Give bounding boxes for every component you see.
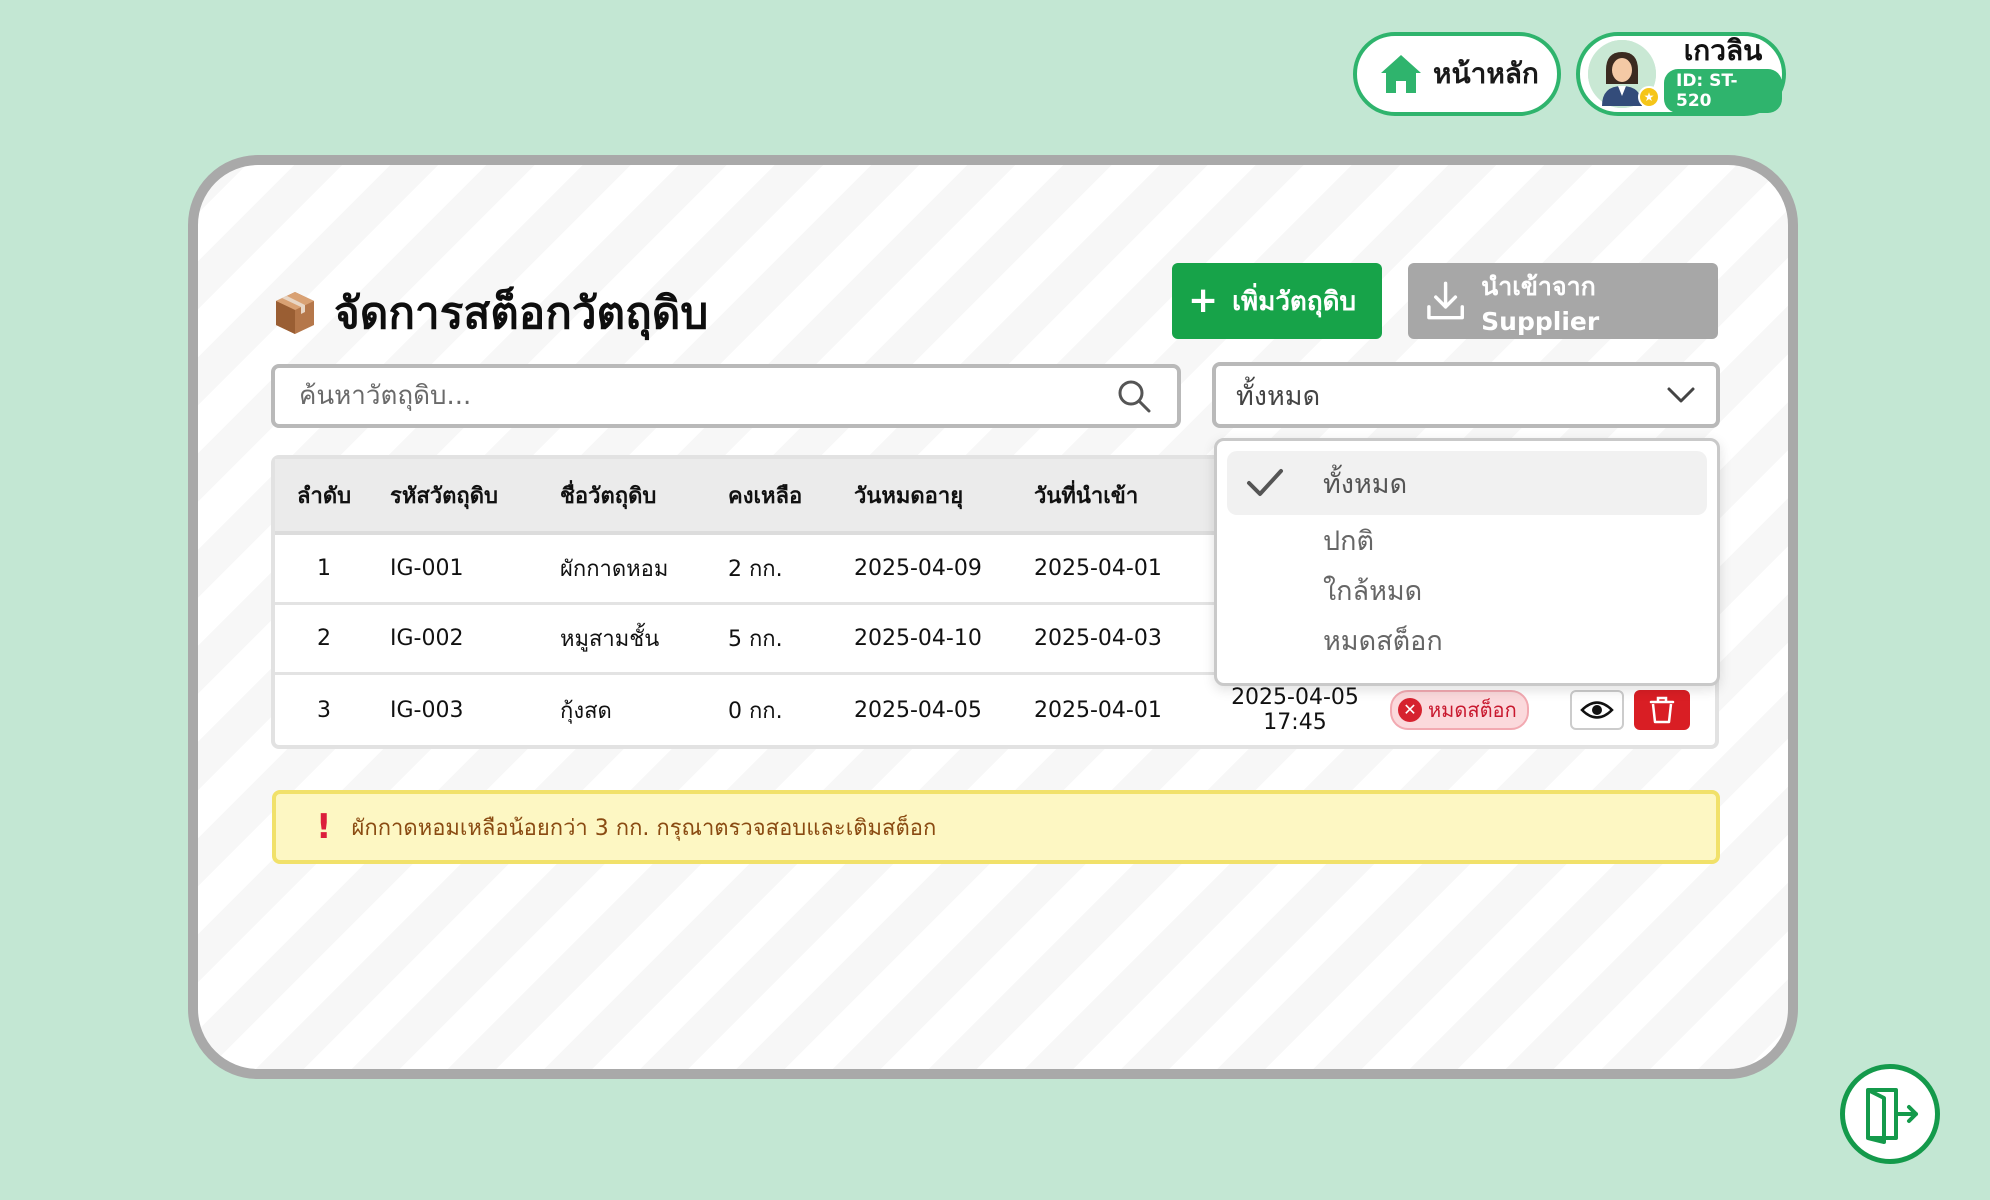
filter-option-all[interactable]: ทั้งหมด (1227, 451, 1707, 515)
status-filter-select[interactable]: ทั้งหมด (1212, 362, 1720, 428)
cell-no: 1 (275, 535, 380, 605)
add-ingredient-button[interactable]: + เพิ่มวัตถุดิบ (1172, 263, 1382, 339)
page-title-text: จัดการสต็อกวัตถุดิบ (334, 288, 709, 339)
logout-icon (1866, 1088, 1918, 1144)
import-supplier-label: นำเข้าจาก Supplier (1481, 271, 1600, 336)
cell-imported: 2025-04-03 (1024, 605, 1200, 675)
home-label: หน้าหลัก (1433, 57, 1539, 90)
add-ingredient-label: เพิ่มวัตถุดิบ (1232, 286, 1356, 317)
box-icon (276, 292, 314, 334)
col-header-qty: คงเหลือ (718, 459, 844, 535)
user-id-badge: ID: ST-520 (1664, 69, 1782, 113)
view-button[interactable] (1570, 690, 1624, 730)
status-filter-value: ทั้งหมด (1236, 380, 1321, 412)
cell-code: IG-002 (380, 605, 550, 675)
alert-message: ผักกาดหอมเหลือน้อยกว่า 3 กก. กรุณาตรวจสอ… (351, 815, 937, 841)
search-input[interactable] (299, 381, 1115, 411)
logout-button[interactable] (1840, 1064, 1940, 1164)
status-filter-dropdown: ทั้งหมด ปกติ ใกล้หมด หมดสต็อก (1214, 438, 1720, 686)
updated-date: 2025-04-05 (1231, 685, 1359, 710)
filter-option-low[interactable]: ใกล้หมด (1227, 565, 1707, 615)
page-title: จัดการสต็อกวัตถุดิบ (272, 278, 708, 348)
search-box[interactable] (271, 364, 1181, 428)
search-icon[interactable] (1115, 377, 1153, 415)
download-icon (1427, 281, 1464, 320)
cell-no: 2 (275, 605, 380, 675)
cell-code: IG-003 (390, 697, 464, 723)
cell-expiry: 2025-04-05 (854, 697, 982, 723)
plus-icon: + (1188, 280, 1219, 321)
cell-name: กุ้งสด (560, 698, 612, 724)
trash-icon (1649, 696, 1675, 724)
cell-qty: 2 กก. (718, 535, 844, 605)
home-icon (1381, 55, 1421, 93)
chevron-down-icon (1667, 387, 1695, 403)
user-name: เกวลิน (1683, 34, 1763, 67)
status-badge: ✕ หมดสต็อก (1390, 690, 1529, 730)
col-header-name: ชื่อวัตถุดิบ (550, 459, 718, 535)
check-icon (1247, 469, 1283, 496)
col-header-imported: วันที่นำเข้า (1024, 459, 1200, 535)
cell-code: IG-001 (380, 535, 550, 605)
cell-expiry: 2025-04-09 (844, 535, 1024, 605)
user-profile[interactable]: ★ เกวลิน ID: ST-520 (1576, 32, 1786, 116)
cell-name: หมูสามชั้น (550, 605, 718, 675)
close-circle-icon: ✕ (1398, 698, 1422, 722)
cell-qty: 0 กก. (728, 698, 783, 724)
cell-expiry: 2025-04-10 (844, 605, 1024, 675)
cell-imported: 2025-04-01 (1034, 697, 1162, 723)
filter-option-label: ปกติ (1323, 525, 1375, 557)
filter-option-normal[interactable]: ปกติ (1227, 515, 1707, 565)
home-button[interactable]: หน้าหลัก (1353, 32, 1561, 116)
star-icon: ★ (1638, 86, 1660, 108)
avatar: ★ (1588, 40, 1660, 108)
updated-time: 17:45 (1263, 710, 1327, 735)
filter-option-label: หมดสต็อก (1323, 625, 1443, 657)
import-supplier-button[interactable]: นำเข้าจาก Supplier (1408, 263, 1718, 339)
filter-option-out[interactable]: หมดสต็อก (1227, 615, 1707, 665)
eye-icon (1580, 701, 1614, 719)
exclamation-icon: ! (316, 807, 332, 847)
cell-qty: 5 กก. (718, 605, 844, 675)
filter-option-label: ใกล้หมด (1323, 575, 1423, 607)
filter-option-label: ทั้งหมด (1323, 468, 1408, 500)
cell-name: ผักกาดหอม (550, 535, 718, 605)
col-header-code: รหัสวัตถุดิบ (380, 459, 550, 535)
col-header-expiry: วันหมดอายุ (844, 459, 1024, 535)
cell-imported: 2025-04-01 (1024, 535, 1200, 605)
col-header-no: ลำดับ (275, 459, 380, 535)
low-stock-alert: ! ผักกาดหอมเหลือน้อยกว่า 3 กก. กรุณาตรวจ… (272, 790, 1720, 864)
cell-no: 3 (317, 697, 331, 723)
status-badge-label: หมดสต็อก (1428, 698, 1517, 722)
delete-button[interactable] (1634, 690, 1690, 730)
